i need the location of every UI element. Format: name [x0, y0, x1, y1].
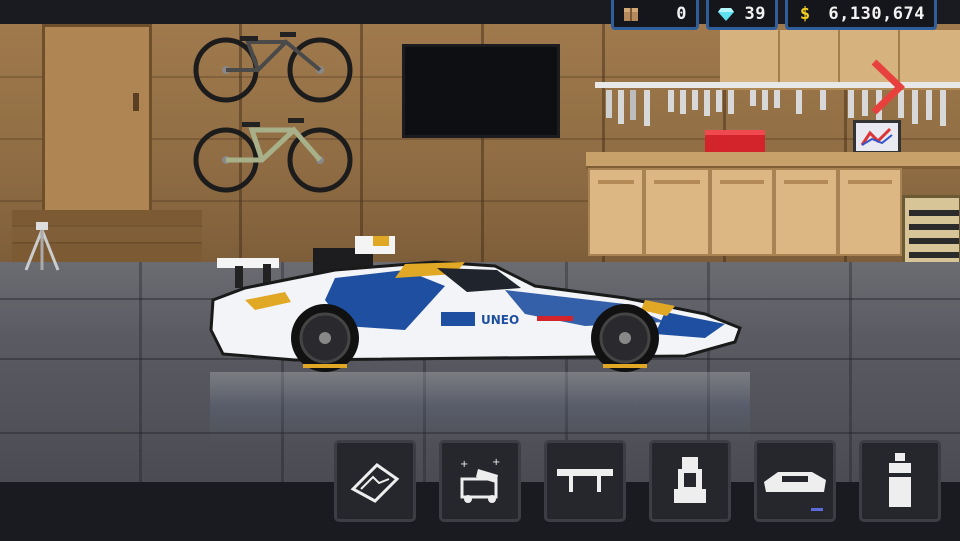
spoiler-icon [557, 469, 613, 492]
hanging-tools [600, 90, 960, 130]
selected-indicator [811, 508, 823, 511]
car-body-icon [764, 472, 826, 492]
track-map-button[interactable] [334, 440, 416, 522]
workbench-counter [586, 152, 960, 169]
seat-button[interactable] [649, 440, 731, 522]
crates-counter[interactable]: 0 [611, 0, 699, 30]
crates-value: 0 [676, 3, 687, 24]
lower-cabinet [838, 168, 902, 256]
diamond-icon [715, 3, 737, 25]
money-value: 6,130,674 [828, 3, 925, 24]
car-body-button[interactable] [754, 440, 836, 522]
spoiler-button[interactable] [544, 440, 626, 522]
diamonds-counter[interactable]: 39 [706, 0, 778, 30]
crate-icon [620, 3, 642, 25]
diamonds-value: 39 [744, 3, 766, 24]
upper-cabinets [720, 30, 960, 90]
bicycle-bottom [193, 118, 353, 193]
sponsor-decal: UNEO [481, 313, 519, 327]
track-map-icon [350, 463, 400, 503]
tripod-stand [24, 222, 60, 271]
wall-tv [402, 44, 560, 138]
svg-text:+: + [460, 459, 468, 470]
spray-paint-icon [889, 453, 911, 507]
garage-door [42, 24, 152, 216]
door-handle [133, 93, 139, 111]
money-counter[interactable]: $ 6,130,674 [785, 0, 937, 30]
car-reflection [210, 372, 750, 442]
seat-icon [674, 457, 706, 503]
dollar-icon: $ [799, 3, 811, 24]
lower-cabinet [774, 168, 838, 256]
bicycle-top [193, 32, 353, 103]
svg-text:+: + [492, 457, 500, 468]
laptop [853, 120, 901, 154]
race-car: UNEO [209, 236, 742, 372]
chevron-right-icon[interactable] [866, 58, 906, 116]
car-wash-button[interactable]: + + [439, 440, 521, 522]
spray-paint-button[interactable] [859, 440, 941, 522]
car-wash-icon: + + [460, 457, 500, 503]
